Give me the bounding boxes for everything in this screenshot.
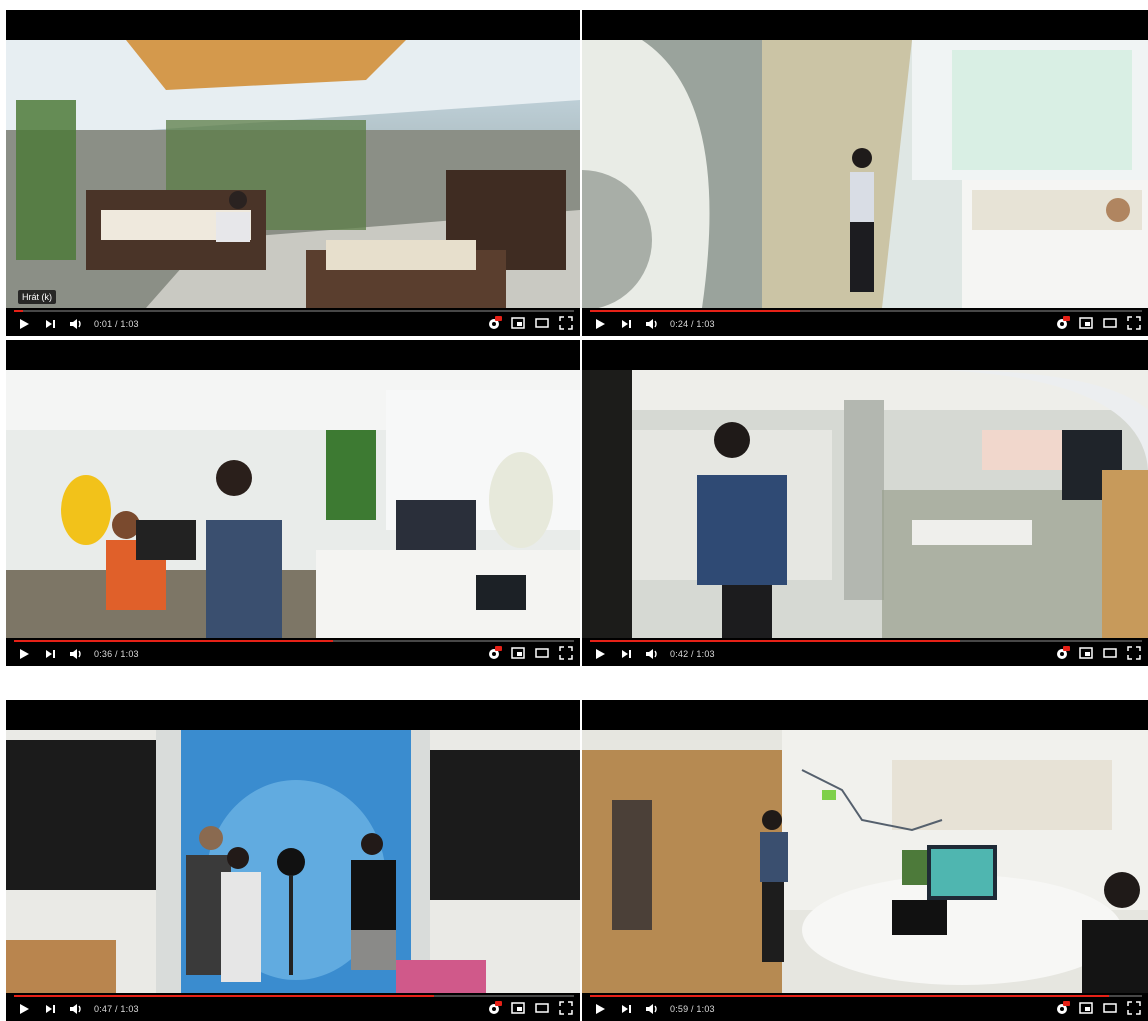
video-player-1[interactable]: Hrát (k) 0:01 / 1:03 — [6, 10, 580, 336]
progress-played — [590, 310, 800, 312]
settings-hd-icon[interactable] — [1054, 1000, 1070, 1016]
volume-icon[interactable] — [644, 316, 660, 332]
play-icon[interactable] — [16, 316, 32, 332]
video-frame[interactable] — [582, 40, 1148, 308]
volume-icon[interactable] — [644, 1001, 660, 1017]
progress-bar[interactable] — [14, 310, 574, 312]
volume-icon[interactable] — [68, 316, 84, 332]
time-display: 0:36 / 1:03 — [94, 649, 139, 659]
miniplayer-icon[interactable] — [510, 1000, 526, 1016]
play-icon[interactable] — [592, 316, 608, 332]
miniplayer-icon[interactable] — [510, 315, 526, 331]
settings-hd-icon[interactable] — [486, 1000, 502, 1016]
theater-icon[interactable] — [534, 645, 550, 661]
progress-bar[interactable] — [14, 640, 574, 642]
miniplayer-icon[interactable] — [1078, 315, 1094, 331]
play-icon[interactable] — [16, 1001, 32, 1017]
fullscreen-icon[interactable] — [1126, 1000, 1142, 1016]
play-icon[interactable] — [16, 646, 32, 662]
video-frame[interactable] — [6, 730, 580, 993]
theater-icon[interactable] — [534, 315, 550, 331]
progress-bar[interactable] — [590, 310, 1142, 312]
settings-hd-icon[interactable] — [486, 645, 502, 661]
video-player-4[interactable]: 0:42 / 1:03 — [582, 340, 1148, 666]
progress-bar[interactable] — [14, 995, 574, 997]
progress-played — [14, 310, 23, 312]
video-frame[interactable] — [6, 40, 580, 308]
video-player-2[interactable]: 0:24 / 1:03 — [582, 10, 1148, 336]
player-controls: 0:59 / 1:03 — [582, 993, 1148, 1021]
video-player-5[interactable]: 0:47 / 1:03 — [6, 700, 580, 1021]
video-player-6[interactable]: 0:59 / 1:03 — [582, 700, 1148, 1021]
player-controls: 0:36 / 1:03 — [6, 638, 580, 666]
time-display: 0:59 / 1:03 — [670, 1004, 715, 1014]
next-icon[interactable] — [42, 646, 58, 662]
fullscreen-icon[interactable] — [558, 645, 574, 661]
progress-bar[interactable] — [590, 640, 1142, 642]
next-icon[interactable] — [618, 316, 634, 332]
miniplayer-icon[interactable] — [1078, 1000, 1094, 1016]
volume-icon[interactable] — [644, 646, 660, 662]
progress-played — [14, 995, 434, 997]
fullscreen-icon[interactable] — [558, 1000, 574, 1016]
miniplayer-icon[interactable] — [510, 645, 526, 661]
settings-hd-icon[interactable] — [1054, 315, 1070, 331]
play-icon[interactable] — [592, 1001, 608, 1017]
settings-hd-icon[interactable] — [1054, 645, 1070, 661]
progress-played — [14, 640, 334, 642]
progress-played — [590, 995, 1109, 997]
next-icon[interactable] — [42, 316, 58, 332]
time-display: 0:01 / 1:03 — [94, 319, 139, 329]
settings-hd-icon[interactable] — [486, 315, 502, 331]
player-controls: 0:24 / 1:03 — [582, 308, 1148, 336]
progress-played — [590, 640, 960, 642]
play-tooltip: Hrát (k) — [18, 290, 56, 304]
progress-bar[interactable] — [590, 995, 1142, 997]
fullscreen-icon[interactable] — [558, 315, 574, 331]
theater-icon[interactable] — [1102, 645, 1118, 661]
next-icon[interactable] — [618, 1001, 634, 1017]
player-controls: 0:47 / 1:03 — [6, 993, 580, 1021]
video-player-3[interactable]: 0:36 / 1:03 — [6, 340, 580, 666]
fullscreen-icon[interactable] — [1126, 315, 1142, 331]
video-frame[interactable] — [582, 370, 1148, 638]
time-display: 0:47 / 1:03 — [94, 1004, 139, 1014]
next-icon[interactable] — [42, 1001, 58, 1017]
play-icon[interactable] — [592, 646, 608, 662]
theater-icon[interactable] — [1102, 315, 1118, 331]
volume-icon[interactable] — [68, 1001, 84, 1017]
volume-icon[interactable] — [68, 646, 84, 662]
theater-icon[interactable] — [1102, 1000, 1118, 1016]
video-frame[interactable] — [582, 730, 1148, 993]
theater-icon[interactable] — [534, 1000, 550, 1016]
time-display: 0:24 / 1:03 — [670, 319, 715, 329]
time-display: 0:42 / 1:03 — [670, 649, 715, 659]
next-icon[interactable] — [618, 646, 634, 662]
player-controls: 0:42 / 1:03 — [582, 638, 1148, 666]
miniplayer-icon[interactable] — [1078, 645, 1094, 661]
video-frame[interactable] — [6, 370, 580, 638]
player-controls: 0:01 / 1:03 — [6, 308, 580, 336]
fullscreen-icon[interactable] — [1126, 645, 1142, 661]
